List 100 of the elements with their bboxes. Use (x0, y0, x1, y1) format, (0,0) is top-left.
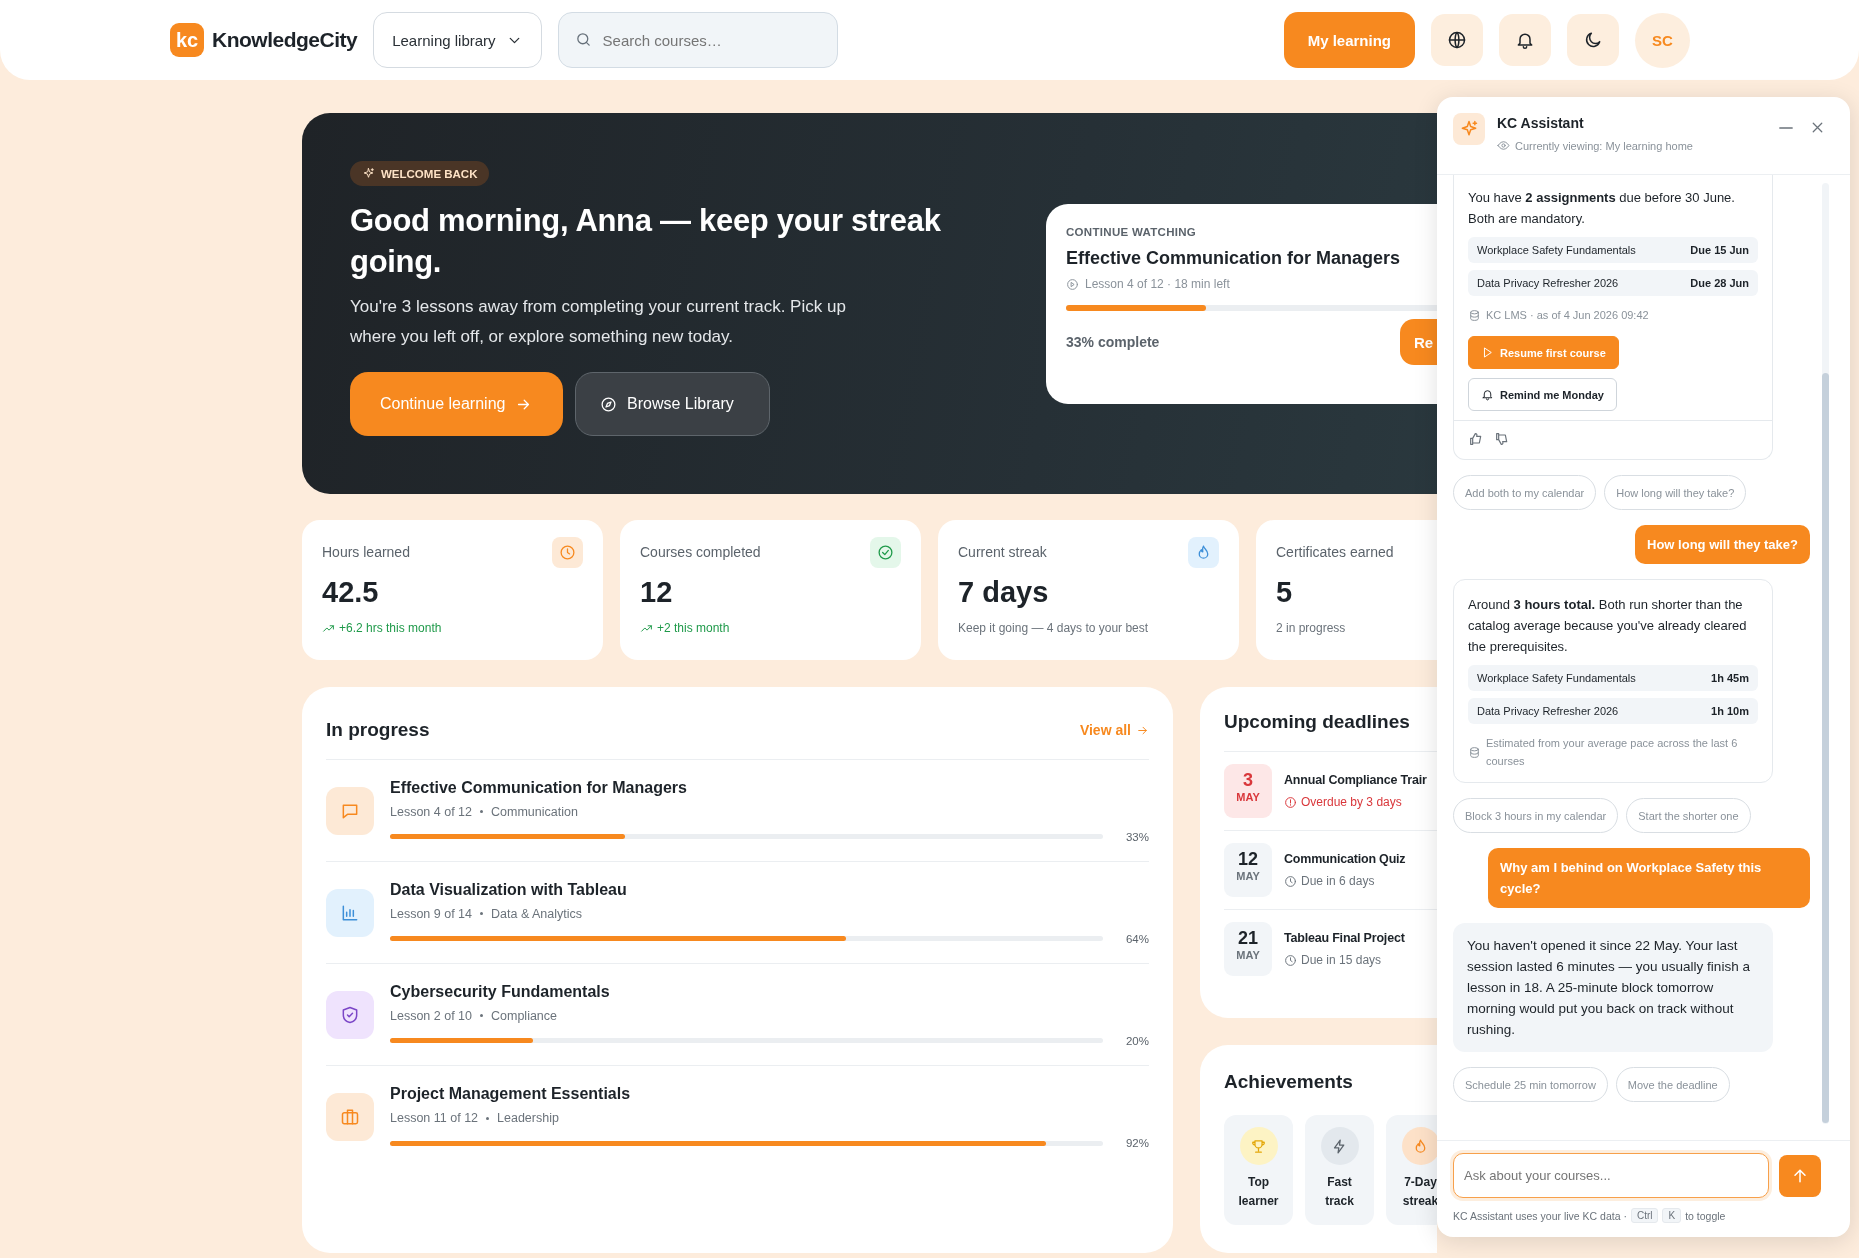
date-day: 21 (1224, 928, 1272, 949)
keyboard-key: K (1662, 1208, 1682, 1223)
compass-icon (600, 395, 617, 413)
row-name: Data Privacy Refresher 2026 (1477, 705, 1619, 717)
panel-title: KC Assistant (1497, 115, 1585, 131)
my-learning-button[interactable]: My learning (1283, 12, 1415, 68)
section-title: In progress (326, 719, 430, 741)
suggestion-chip[interactable]: How long will they take? (1604, 475, 1747, 510)
thumbs-up-icon (1468, 431, 1484, 447)
lesson-count: Lesson 11 of 12 (390, 1111, 479, 1125)
search-field[interactable]: Search courses… (557, 12, 838, 68)
clock-icon (559, 543, 576, 561)
hero-heading: Good morning, Anna — keep your streak going. (350, 202, 942, 281)
section-title: Achievements (1224, 1071, 1354, 1093)
database-icon (1468, 308, 1481, 322)
database-icon (1468, 745, 1481, 759)
keyboard-key: Ctrl (1630, 1208, 1659, 1223)
notifications-button[interactable] (1499, 14, 1551, 66)
footer-note: to toggle (1685, 1209, 1726, 1222)
message-text: Around 3 hours total. Both run shorter than the catalog average because you've already cleared the prerequisites. (1468, 596, 1748, 656)
achievement-label: Fast track (1324, 1174, 1355, 1210)
course-title: Data Visualization with Tableau (390, 880, 628, 899)
deadline-title: Annual Compliance Trair (1284, 773, 1428, 787)
logo-mark: kc (170, 23, 204, 57)
suggestion-chip[interactable]: Move the deadline (1615, 1067, 1730, 1102)
user-message: Why am I behind on Workplace Safety this cycle? (1488, 848, 1810, 908)
row-value: 1h 45m (1711, 672, 1749, 684)
progress-text: 33% complete (1066, 334, 1160, 350)
stat-note: +6.2 hrs this month (339, 621, 442, 635)
browse-library-button[interactable]: Browse Library (575, 372, 770, 436)
briefcase-icon (340, 1107, 360, 1127)
suggestion-chip[interactable]: Start the shorter one (1626, 798, 1751, 833)
lesson-count: Lesson 2 of 10 (390, 1008, 472, 1023)
clock-icon (1284, 953, 1297, 967)
play-circle-icon (1066, 277, 1079, 291)
stat-note: Keep it going — 4 days to your best (958, 621, 1149, 635)
deadline-title: Tableau Final Project (1284, 931, 1406, 945)
deadline-status: Due in 6 days (1301, 874, 1375, 888)
course-category: Data & Analytics (491, 906, 583, 921)
clock-icon (1284, 874, 1297, 888)
lesson-count: Lesson 4 of 12 (390, 804, 472, 819)
row-name: Data Privacy Refresher 2026 (1477, 277, 1619, 289)
stat-note: +2 this month (657, 621, 730, 635)
user-avatar[interactable]: SC (1635, 12, 1690, 68)
chat-input[interactable]: Ask about your courses... (1453, 1153, 1769, 1198)
lesson-count: Lesson 9 of 14 (390, 906, 472, 921)
course-title: Project Management Essentials (390, 1085, 632, 1103)
row-value: Due 15 Jun (1690, 244, 1749, 256)
suggestion-chip[interactable]: Schedule 25 min tomorrow (1453, 1067, 1608, 1102)
theme-button[interactable] (1567, 14, 1619, 66)
course-category: Communication (491, 804, 578, 819)
hero-text: You're 3 lessons away from completing your current track. Pick up where you left off, or explore something new today. (350, 296, 847, 348)
row-name: Workplace Safety Fundamentals (1477, 672, 1636, 684)
resume-button[interactable]: Re (1400, 319, 1437, 365)
stat-value: 7 days (958, 576, 1050, 609)
source-note: KC LMS · as of 4 Jun 2026 09:42 (1486, 308, 1649, 323)
separator-dot (480, 810, 483, 813)
separator-dot (480, 912, 483, 915)
row-name: Workplace Safety Fundamentals (1477, 244, 1636, 256)
progress-percent: 92% (1125, 1137, 1149, 1149)
date-day: 3 (1224, 770, 1272, 791)
card-eyebrow: CONTINUE WATCHING (1066, 226, 1198, 238)
thumbs-up-button[interactable] (1468, 431, 1484, 447)
resume-course-button[interactable]: Resume first course (1468, 336, 1619, 369)
bell-icon (1481, 388, 1494, 401)
course-title: Cybersecurity Fundamentals (390, 982, 611, 1001)
row-value: Due 28 Jun (1690, 277, 1749, 289)
footer-note: KC Assistant uses your live KC data · (1453, 1209, 1627, 1222)
suggestion-chip[interactable]: Block 3 hours in my calendar (1453, 798, 1619, 833)
stat-note: 2 in progress (1276, 621, 1346, 635)
search-icon (574, 31, 592, 48)
progress-percent: 64% (1125, 932, 1149, 945)
lesson-meta: Lesson 4 of 12 · 18 min left (1085, 277, 1230, 291)
row-value: 1h 10m (1711, 705, 1749, 717)
send-button[interactable] (1779, 1154, 1821, 1197)
language-button[interactable] (1431, 14, 1483, 66)
remind-button[interactable]: Remind me Monday (1468, 378, 1617, 411)
message-text: You have 2 assignments due before 30 June. Both are mandatory. (1468, 189, 1736, 228)
source-note: Estimated from your average pace across the last 6 courses (1486, 736, 1739, 769)
date-month: MAY (1235, 791, 1261, 803)
stat-value: 5 (1276, 576, 1294, 609)
separator-dot (480, 1014, 483, 1017)
view-all-link[interactable]: View all (1079, 722, 1149, 738)
course-category: Compliance (491, 1008, 558, 1023)
suggestion-chip[interactable]: Add both to my calendar (1453, 475, 1597, 510)
stat-value: 42.5 (322, 576, 380, 609)
library-dropdown[interactable]: Learning library (373, 12, 542, 68)
stat-label: Courses completed (640, 544, 761, 560)
separator-dot (486, 1116, 490, 1120)
assistant-message: You haven't opened it since 22 May. Your last session lasted 6 minutes — you usually finish a lesson in 18. A 25-minute block tomorrow morning would put you back on track without rushing. (1453, 923, 1773, 1052)
continue-learning-button[interactable]: Continue learning (350, 372, 563, 436)
stat-value: 12 (640, 576, 674, 609)
moon-icon (1583, 30, 1603, 50)
progress-percent: 33% (1125, 830, 1149, 843)
minus-icon (1779, 127, 1793, 129)
brand-name: KnowledgeCity (212, 28, 358, 52)
course-category: Leadership (497, 1111, 559, 1125)
thumbs-down-button[interactable] (1494, 431, 1510, 447)
stat-label: Certificates earned (1276, 544, 1394, 560)
welcome-badge: WELCOME BACK (350, 161, 490, 186)
